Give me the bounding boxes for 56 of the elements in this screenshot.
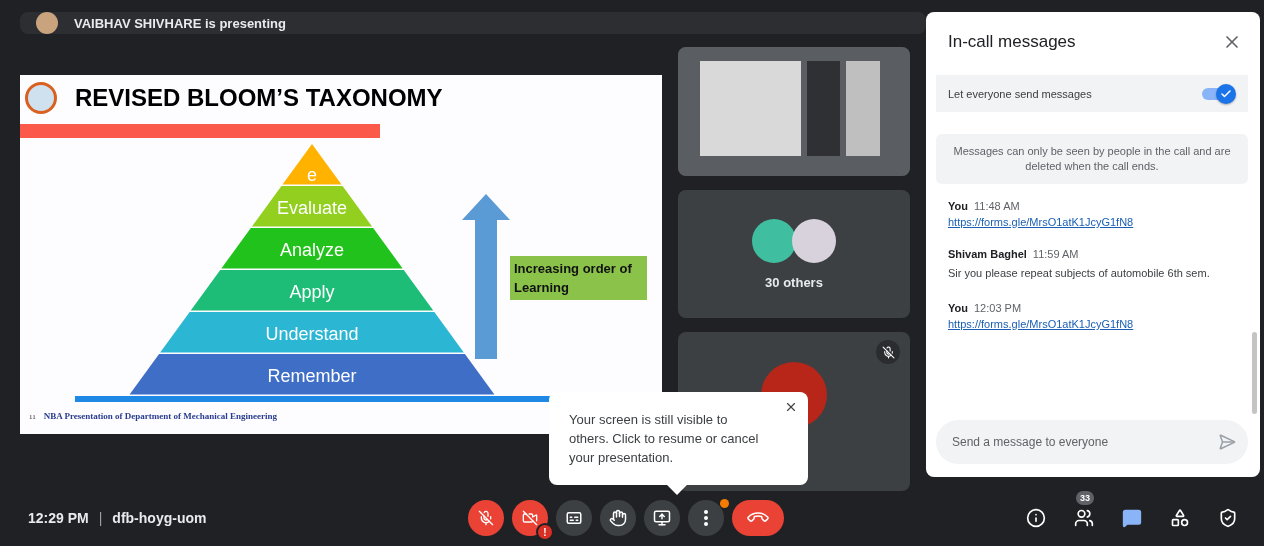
message-time: 11:59 AM xyxy=(1032,248,1079,260)
setting-label: Let everyone send messages xyxy=(948,87,1092,100)
present-screen-icon xyxy=(653,509,671,527)
pyramid-tier: e xyxy=(282,144,342,185)
scrollbar-thumb[interactable] xyxy=(1252,332,1257,414)
pyramid-tier: Understand xyxy=(160,312,464,353)
info-icon xyxy=(1026,508,1046,528)
slide-footer: NBA Presentation of Department of Mechanical Engineering xyxy=(43,411,278,421)
more-icon xyxy=(704,510,708,526)
toggle-switch[interactable] xyxy=(1200,83,1236,104)
camera-button[interactable] xyxy=(512,500,548,536)
meeting-code: dfb-hoyg-uom xyxy=(112,510,207,526)
pyramid-tier: Analyze xyxy=(221,228,403,269)
message-input[interactable]: Send a message to everyone xyxy=(936,420,1248,464)
avatar xyxy=(792,218,836,263)
college-logo xyxy=(25,82,57,114)
clock-time: 12:29 PM xyxy=(28,510,89,526)
message-time: 11:48 AM xyxy=(973,200,1020,212)
message-sender: You xyxy=(948,302,968,314)
microphone-button[interactable] xyxy=(468,500,504,536)
mic-off-icon xyxy=(478,510,494,526)
captions-button[interactable] xyxy=(556,500,592,536)
message-time: 12:03 PM xyxy=(973,302,1022,314)
hand-icon xyxy=(609,509,627,527)
leave-call-button[interactable] xyxy=(732,500,784,536)
pyramid-tier: Evaluate xyxy=(251,186,373,227)
raise-hand-button[interactable] xyxy=(600,500,636,536)
captions-icon xyxy=(565,509,583,527)
panel-title: In-call messages xyxy=(948,32,1076,52)
popup-message: Your screen is still visible to others. Click to resume or cancel your presentation. xyxy=(569,412,759,465)
message-sender: You xyxy=(948,200,968,212)
participants-count: 30 others xyxy=(765,274,823,290)
present-button[interactable] xyxy=(644,500,680,536)
message-text: Sir you please repeat subjects of automobile 6th sem. xyxy=(948,266,1211,281)
camera-off-icon xyxy=(522,510,538,526)
presenter-text: VAIBHAV SHIVHARE is presenting xyxy=(74,15,286,31)
callout-label: Increasing order of Learning xyxy=(510,256,647,300)
separator: | xyxy=(98,510,103,526)
message-link[interactable]: https://forms.gle/MrsO1atK1JcyG1fN8 xyxy=(948,216,1214,228)
message-link[interactable]: https://forms.gle/MrsO1atK1JcyG1fN8 xyxy=(948,318,1214,330)
more-options-button[interactable] xyxy=(688,500,724,536)
close-icon[interactable] xyxy=(784,400,798,414)
pyramid-tier: Remember xyxy=(129,354,495,395)
check-icon xyxy=(1220,87,1232,100)
chat-icon xyxy=(1122,508,1142,528)
avatar xyxy=(752,218,796,263)
shield-icon xyxy=(1218,508,1238,528)
alert-badge: ! xyxy=(536,523,554,541)
slide-title: REVISED BLOOM’S TAXONOMY xyxy=(75,84,443,112)
count-badge: 33 xyxy=(1076,491,1094,505)
shapes-icon xyxy=(1170,508,1190,528)
avatar xyxy=(36,12,58,34)
privacy-notice: Messages can only be seen by people in the call and are deleted when the call ends. xyxy=(936,134,1248,184)
message-sender: Shivam Baghel xyxy=(948,248,1027,260)
people-icon xyxy=(1074,508,1094,528)
pyramid-tier: Apply xyxy=(190,270,434,311)
